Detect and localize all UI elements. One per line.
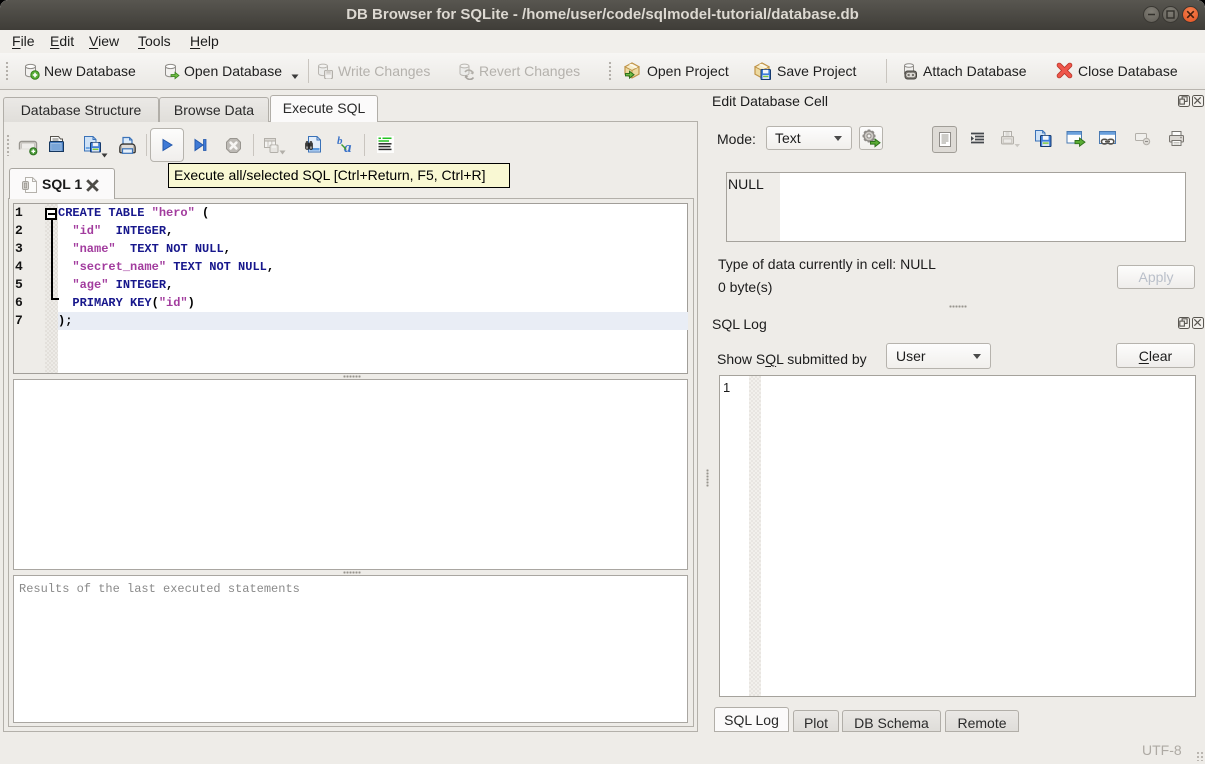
svg-text:a: a xyxy=(344,140,352,153)
